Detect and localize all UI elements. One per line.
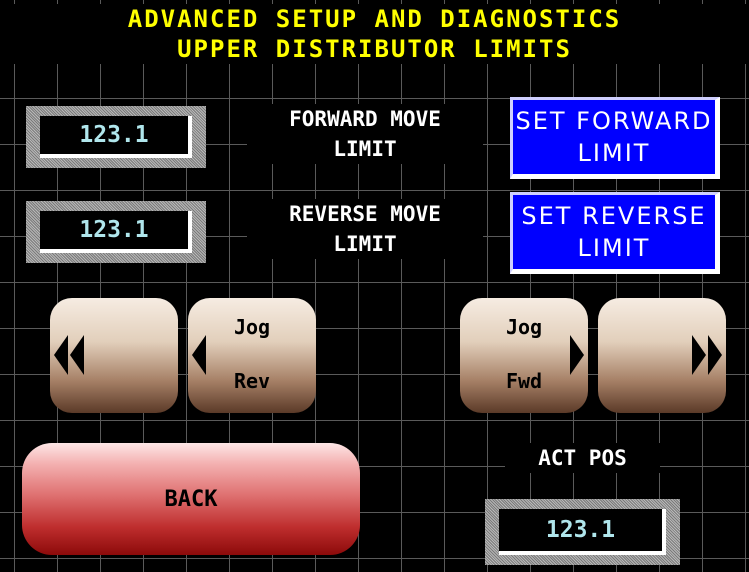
double-arrow-left-icon	[70, 335, 84, 375]
set-reverse-limit-button[interactable]: SET REVERSE LIMIT	[510, 192, 720, 274]
set-reverse-limit-label-line2: LIMIT	[577, 234, 651, 262]
actual-position-display: 123.1	[485, 499, 680, 565]
jog-forward-button[interactable]: Jog Fwd	[460, 298, 588, 413]
forward-limit-label-line2: LIMIT	[247, 134, 483, 164]
actual-position-label: ACT POS	[505, 443, 660, 473]
set-forward-limit-label-line1: SET FORWARD	[515, 107, 713, 135]
jog-forward-label-line2: Fwd	[505, 369, 543, 393]
arrow-right-icon	[570, 335, 584, 375]
fast-forward-button[interactable]	[598, 298, 726, 413]
actual-position-value: 123.1	[499, 509, 666, 555]
jog-reverse-label-line2: Rev	[233, 369, 271, 393]
forward-limit-value: 123.1	[40, 116, 192, 158]
set-forward-limit-button[interactable]: SET FORWARD LIMIT	[510, 97, 720, 179]
reverse-limit-display: 123.1	[26, 201, 206, 263]
fast-reverse-button[interactable]	[50, 298, 178, 413]
back-button[interactable]: BACK	[22, 443, 360, 555]
reverse-limit-label-line2: LIMIT	[247, 229, 483, 259]
jog-reverse-label-line1: Jog	[233, 315, 271, 339]
jog-forward-label-line1: Jog	[505, 315, 543, 339]
forward-limit-label-line1: FORWARD MOVE	[247, 104, 483, 134]
double-arrow-right-icon	[708, 335, 722, 375]
page-title: ADVANCED SETUP AND DIAGNOSTICS	[0, 4, 749, 34]
page-subtitle: UPPER DISTRIBUTOR LIMITS	[0, 34, 749, 64]
jog-reverse-button[interactable]: Jog Rev	[188, 298, 316, 413]
reverse-limit-value: 123.1	[40, 211, 192, 253]
back-button-label: BACK	[164, 486, 218, 512]
set-forward-limit-label-line2: LIMIT	[577, 139, 651, 167]
forward-limit-display: 123.1	[26, 106, 206, 168]
set-reverse-limit-label-line1: SET REVERSE	[521, 202, 707, 230]
double-arrow-right-icon	[692, 335, 706, 375]
reverse-limit-label-line1: REVERSE MOVE	[247, 199, 483, 229]
double-arrow-left-icon	[54, 335, 68, 375]
